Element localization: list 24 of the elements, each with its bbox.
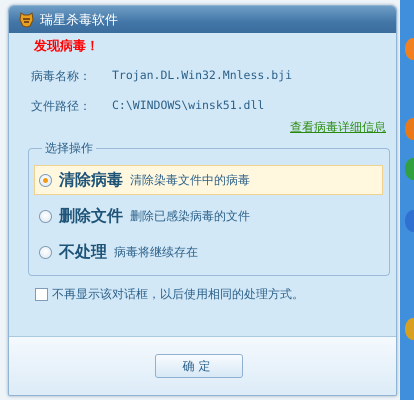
field-label: 病毒名称： — [31, 68, 92, 85]
details-link[interactable]: 查看病毒详细信息 — [290, 119, 386, 136]
option-description: 病毒将继续存在 — [114, 244, 198, 260]
radio-button[interactable] — [39, 246, 52, 258]
checkbox-label: 不再显示该对话框，以后使用相同的处理方式。 — [52, 286, 304, 303]
action-option[interactable]: 清除病毒 清除染毒文件中的病毒 — [34, 165, 383, 195]
option-label: 清除病毒 — [59, 170, 123, 190]
radio-button[interactable] — [39, 174, 52, 186]
window-title: 瑞星杀毒软件 — [40, 12, 118, 28]
field-value: Trojan.DL.Win32.Mnless.bji — [112, 68, 292, 84]
option-description: 清除染毒文件中的病毒 — [130, 172, 250, 188]
field-value: C:\WINDOWS\winsk51.dll — [112, 98, 264, 114]
option-label: 不处理 — [59, 242, 107, 262]
radio-button[interactable] — [39, 210, 52, 222]
group-title: 选择操作 — [44, 140, 94, 157]
option-label: 删除文件 — [59, 206, 123, 226]
checkbox[interactable] — [35, 288, 48, 301]
ok-button[interactable]: 确定 — [154, 354, 242, 378]
field-label: 文件路径： — [31, 98, 92, 115]
action-option[interactable]: 删除文件 删除已感染病毒的文件 — [34, 201, 383, 231]
option-description: 删除已感染病毒的文件 — [130, 208, 250, 224]
action-option[interactable]: 不处理 病毒将继续存在 — [34, 237, 383, 267]
tiger-logo-icon — [19, 12, 34, 28]
alert-text: 发现病毒！ — [34, 38, 100, 55]
